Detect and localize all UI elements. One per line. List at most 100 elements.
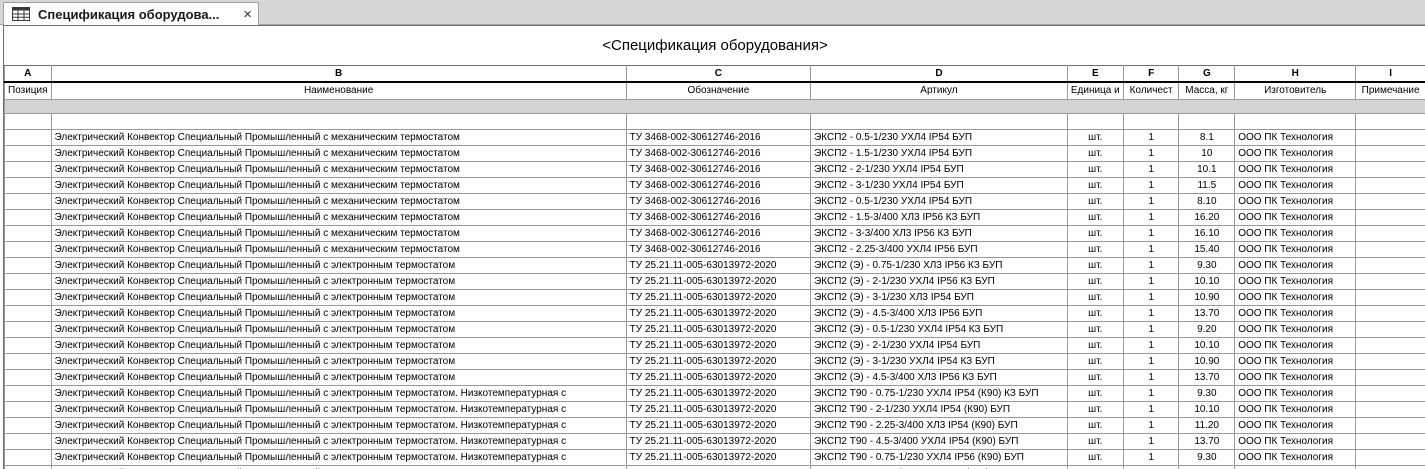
cell-manufacturer[interactable]: ООО ПК Технология (1235, 417, 1356, 433)
cell-quantity[interactable]: 1 (1123, 465, 1179, 469)
cell-quantity[interactable]: 1 (1123, 417, 1179, 433)
cell-article[interactable]: ЭКСП2 Т90 - 2-1/230 УХЛ4 IP54 (К90) БУП (811, 401, 1068, 417)
cell-note[interactable] (1356, 401, 1425, 417)
cell-note[interactable] (1356, 209, 1425, 225)
table-row[interactable]: Электрический Конвектор Специальный Пром… (5, 305, 1425, 321)
cell-designation[interactable]: ТУ 25.21.11-005-63013972-2020 (626, 273, 810, 289)
cell-designation[interactable]: ТУ 3468-002-30612746-2016 (626, 193, 810, 209)
cell-position[interactable] (5, 161, 52, 177)
cell-mass[interactable]: 13.70 (1179, 433, 1235, 449)
cell-mass[interactable]: 10.90 (1179, 353, 1235, 369)
cell-manufacturer[interactable]: ООО ПК Технология (1235, 177, 1356, 193)
table-row[interactable]: Электрический Конвектор Специальный Пром… (5, 449, 1425, 465)
cell-manufacturer[interactable]: ООО ПК Технология (1235, 273, 1356, 289)
cell-manufacturer[interactable]: ООО ПК Технология (1235, 385, 1356, 401)
cell-unit[interactable]: шт. (1067, 129, 1123, 145)
cell-quantity[interactable]: 1 (1123, 273, 1179, 289)
schedule-sheet[interactable]: <Спецификация оборудования> ABCDEFGHIПоз… (3, 25, 1425, 469)
cell-name[interactable]: Электрический Конвектор Специальный Пром… (51, 465, 626, 469)
column-letter-position[interactable]: A (5, 66, 52, 83)
cell-manufacturer[interactable]: ООО ПК Технология (1235, 161, 1356, 177)
cell-designation[interactable]: ТУ 25.21.11-005-63013972-2020 (626, 321, 810, 337)
column-header-article[interactable]: Артикул (811, 82, 1068, 99)
cell-note[interactable] (1356, 161, 1425, 177)
cell-name[interactable]: Электрический Конвектор Специальный Пром… (51, 305, 626, 321)
cell-article[interactable]: ЭКСП2 - 1.5-1/230 УХЛ4 IP54 БУП (811, 145, 1068, 161)
cell-article[interactable] (811, 113, 1068, 129)
cell-designation[interactable]: ТУ 25.21.11-005-63013972-2020 (626, 433, 810, 449)
cell-note[interactable] (1356, 257, 1425, 273)
cell-position[interactable] (5, 113, 52, 129)
cell-unit[interactable]: шт. (1067, 273, 1123, 289)
cell-designation[interactable]: ТУ 25.21.11-005-63013972-2020 (626, 417, 810, 433)
cell-quantity[interactable]: 1 (1123, 385, 1179, 401)
cell-mass[interactable]: 13.70 (1179, 305, 1235, 321)
cell-unit[interactable]: шт. (1067, 177, 1123, 193)
cell-unit[interactable]: шт. (1067, 145, 1123, 161)
cell-position[interactable] (5, 353, 52, 369)
cell-name[interactable]: Электрический Конвектор Специальный Пром… (51, 225, 626, 241)
blank-row[interactable] (5, 113, 1425, 129)
cell-article[interactable]: ЭКСП2 (Э) - 3-1/230 ХЛ3 IP54 БУП (811, 289, 1068, 305)
cell-position[interactable] (5, 433, 52, 449)
cell-unit[interactable]: шт. (1067, 321, 1123, 337)
cell-designation[interactable] (626, 113, 810, 129)
cell-designation[interactable]: ТУ 3468-002-30612746-2016 (626, 209, 810, 225)
cell-designation[interactable]: ТУ 3468-002-30612746-2016 (626, 225, 810, 241)
cell-name[interactable]: Электрический Конвектор Специальный Пром… (51, 401, 626, 417)
cell-position[interactable] (5, 321, 52, 337)
cell-unit[interactable]: шт. (1067, 401, 1123, 417)
cell-designation[interactable]: ТУ 25.21.11-005-63013972-2020 (626, 401, 810, 417)
cell-mass[interactable]: 15.40 (1179, 241, 1235, 257)
cell-manufacturer[interactable]: ООО ПК Технология (1235, 209, 1356, 225)
cell-unit[interactable]: шт. (1067, 193, 1123, 209)
cell-name[interactable]: Электрический Конвектор Специальный Пром… (51, 449, 626, 465)
cell-unit[interactable]: шт. (1067, 209, 1123, 225)
cell-quantity[interactable]: 1 (1123, 145, 1179, 161)
cell-manufacturer[interactable]: ООО ПК Технология (1235, 129, 1356, 145)
cell-position[interactable] (5, 305, 52, 321)
cell-note[interactable] (1356, 177, 1425, 193)
column-header-note[interactable]: Примечание (1356, 82, 1425, 99)
cell-manufacturer[interactable]: ООО ПК Технология (1235, 449, 1356, 465)
cell-mass[interactable]: 8.1 (1179, 129, 1235, 145)
cell-designation[interactable]: ТУ 3468-002-30612746-2016 (626, 177, 810, 193)
cell-mass[interactable]: 16.20 (1179, 209, 1235, 225)
cell-position[interactable] (5, 369, 52, 385)
cell-unit[interactable]: шт. (1067, 385, 1123, 401)
table-row[interactable]: Электрический Конвектор Специальный Пром… (5, 465, 1425, 469)
cell-name[interactable]: Электрический Конвектор Специальный Пром… (51, 177, 626, 193)
cell-position[interactable] (5, 401, 52, 417)
table-row[interactable]: Электрический Конвектор Специальный Пром… (5, 353, 1425, 369)
cell-name[interactable]: Электрический Конвектор Специальный Пром… (51, 161, 626, 177)
cell-position[interactable] (5, 337, 52, 353)
column-header-unit[interactable]: Единица и (1067, 82, 1123, 99)
cell-mass[interactable]: 9.20 (1179, 321, 1235, 337)
cell-note[interactable] (1356, 273, 1425, 289)
column-letter-designation[interactable]: C (626, 66, 810, 83)
cell-unit[interactable]: шт. (1067, 449, 1123, 465)
table-row[interactable]: Электрический Конвектор Специальный Пром… (5, 321, 1425, 337)
cell-mass[interactable]: 10.10 (1179, 401, 1235, 417)
cell-designation[interactable]: ТУ 25.21.11-005-63013972-2020 (626, 289, 810, 305)
cell-article[interactable]: ЭКСП2 (Э) - 2-1/230 УХЛ4 IP54 БУП (811, 337, 1068, 353)
cell-manufacturer[interactable]: ООО ПК Технология (1235, 401, 1356, 417)
cell-designation[interactable]: ТУ 25.21.11-005-63013972-2020 (626, 449, 810, 465)
cell-position[interactable] (5, 289, 52, 305)
cell-quantity[interactable]: 1 (1123, 241, 1179, 257)
cell-designation[interactable]: ТУ 25.21.11-005-63013972-2020 (626, 337, 810, 353)
table-row[interactable]: Электрический Конвектор Специальный Пром… (5, 273, 1425, 289)
cell-article[interactable]: ЭКСП2 - 1.5-3/400 ХЛ3 IP56 КЗ БУП (811, 209, 1068, 225)
cell-position[interactable] (5, 257, 52, 273)
cell-article[interactable]: ЭКСП2 Т90 - 2.25-3/400 ХЛ3 IP54 (К90) БУ… (811, 417, 1068, 433)
cell-note[interactable] (1356, 353, 1425, 369)
cell-article[interactable]: ЭКСП2 - 3-1/230 УХЛ4 IP54 БУП (811, 177, 1068, 193)
cell-designation[interactable]: ТУ 3468-002-30612746-2016 (626, 241, 810, 257)
cell-mass[interactable]: 12.80 (1179, 465, 1235, 469)
cell-article[interactable]: ЭКСП2 (Э) - 4.5-3/400 ХЛ3 IP56 БУП (811, 305, 1068, 321)
cell-quantity[interactable]: 1 (1123, 289, 1179, 305)
cell-name[interactable]: Электрический Конвектор Специальный Пром… (51, 193, 626, 209)
cell-note[interactable] (1356, 321, 1425, 337)
cell-article[interactable]: ЭКСП2 (Э) - 2-1/230 УХЛ4 IP56 КЗ БУП (811, 273, 1068, 289)
cell-unit[interactable]: шт. (1067, 289, 1123, 305)
